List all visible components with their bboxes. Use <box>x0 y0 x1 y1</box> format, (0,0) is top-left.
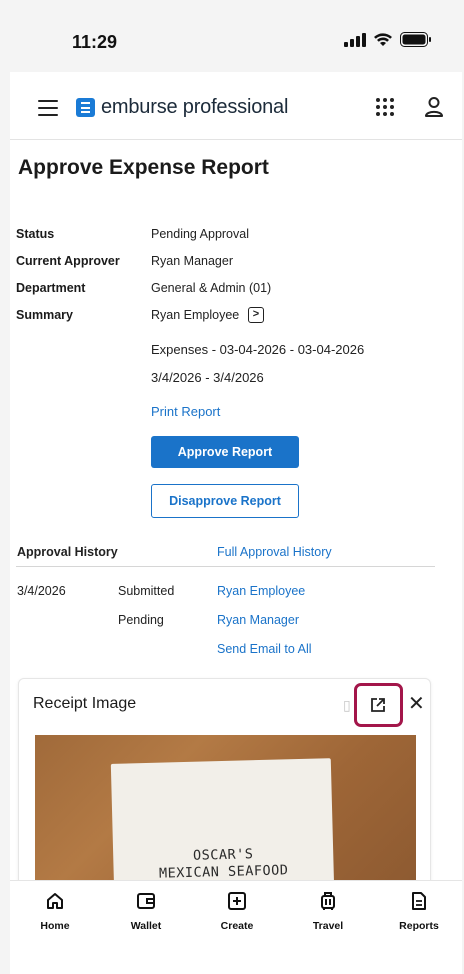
plus-square-icon <box>228 892 246 910</box>
summary-label: Summary <box>16 308 73 322</box>
nav-label: Wallet <box>130 920 162 932</box>
logo-text: emburse professional <box>101 96 289 118</box>
status-icons <box>344 32 432 47</box>
logo-mark-icon <box>76 98 95 117</box>
history-status: Pending <box>118 613 164 627</box>
status-value: Pending Approval <box>151 227 249 241</box>
summary-expand-icon[interactable]: > <box>248 307 264 323</box>
close-icon[interactable]: ✕ <box>408 694 425 714</box>
app-header: emburse professional <box>10 82 462 140</box>
nav-home[interactable]: Home <box>20 891 90 932</box>
report-icon <box>412 892 426 910</box>
wifi-icon <box>374 32 392 46</box>
history-person-link[interactable]: Ryan Employee <box>217 584 305 598</box>
signal-icon <box>344 32 366 47</box>
history-date: 3/4/2026 <box>17 584 66 598</box>
app-screen: 11:29 emburse professional Approve Expen… <box>10 10 462 974</box>
brand-logo[interactable]: emburse professional <box>76 96 288 119</box>
nav-label: Reports <box>399 920 439 932</box>
department-label: Department <box>16 281 86 295</box>
date-range: 3/4/2026 - 3/4/2026 <box>151 370 264 385</box>
nav-reports[interactable]: Reports <box>384 891 454 932</box>
current-approver-label: Current Approver <box>16 254 120 268</box>
nav-travel[interactable]: Travel <box>293 891 363 932</box>
expenses-line: Expenses - 03-04-2026 - 03-04-2026 <box>151 342 365 357</box>
apps-grid-icon[interactable] <box>376 98 394 116</box>
wallet-icon <box>137 893 155 909</box>
page-title: Approve Expense Report <box>18 156 269 179</box>
approval-history-label: Approval History <box>17 545 118 559</box>
status-bar: 11:29 <box>10 10 462 72</box>
approve-report-button[interactable]: Approve Report <box>151 436 299 468</box>
receipt-title: Receipt Image <box>33 695 137 712</box>
print-report-link[interactable]: Print Report <box>151 404 220 419</box>
history-status: Submitted <box>118 584 175 598</box>
open-external-icon[interactable] <box>370 697 386 713</box>
nav-label: Create <box>220 920 254 932</box>
user-profile-icon[interactable] <box>424 96 444 118</box>
send-email-link[interactable]: Send Email to All <box>217 642 312 656</box>
menu-icon[interactable] <box>38 100 58 116</box>
nav-wallet[interactable]: Wallet <box>111 891 181 932</box>
summary-value: Ryan Employee <box>151 308 240 322</box>
nav-label: Home <box>40 920 70 932</box>
device-frame: 11:29 emburse professional Approve Expen… <box>0 0 464 974</box>
nav-create[interactable]: Create <box>202 891 272 932</box>
bottom-navigation: Home Wallet Create Travel Reports <box>10 880 462 974</box>
luggage-icon <box>321 892 335 910</box>
status-label: Status <box>16 227 55 241</box>
divider <box>16 566 435 567</box>
current-approver-value: Ryan Manager <box>151 254 233 268</box>
full-approval-history-link[interactable]: Full Approval History <box>217 545 332 559</box>
status-time: 11:29 <box>72 32 118 52</box>
nav-label: Travel <box>312 920 344 932</box>
home-icon <box>47 893 63 909</box>
history-person-link[interactable]: Ryan Manager <box>217 613 299 627</box>
battery-icon <box>400 32 431 47</box>
disapprove-report-button[interactable]: Disapprove Report <box>151 484 299 518</box>
hidden-icon: ▯ <box>343 697 351 713</box>
department-value: General & Admin (01) <box>151 281 272 295</box>
